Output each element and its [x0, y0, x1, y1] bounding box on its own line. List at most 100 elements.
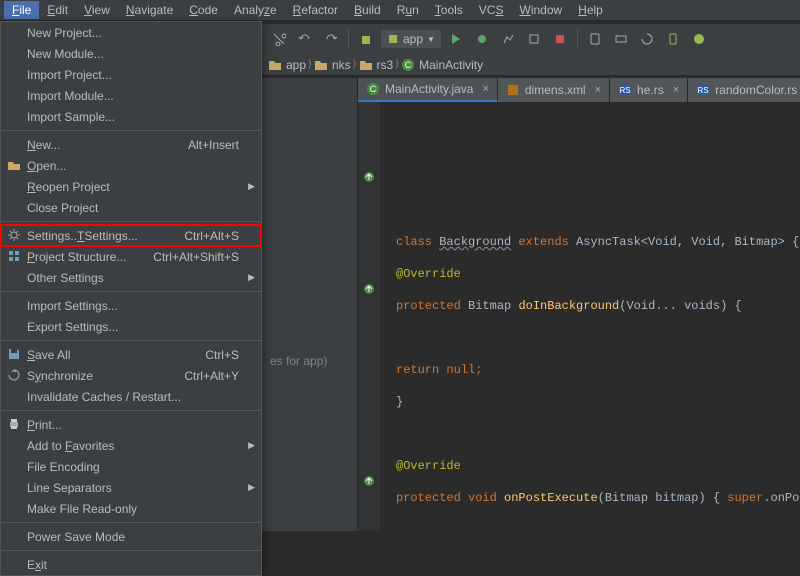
menu-window[interactable]: Window: [511, 1, 570, 19]
menu-navigate[interactable]: Navigate: [118, 1, 181, 19]
menu-run[interactable]: Run: [389, 1, 427, 19]
menu-item-save-all[interactable]: Save AllCtrl+S: [1, 344, 261, 365]
breadcrumb-mainactivity[interactable]: CMainActivity: [401, 58, 483, 72]
close-icon[interactable]: ×: [673, 84, 679, 96]
menu-refactor[interactable]: Refactor: [285, 1, 346, 19]
menu-item-export-settings[interactable]: Export Settings...: [1, 316, 261, 337]
blank-icon: [7, 480, 23, 496]
run-icon[interactable]: [445, 28, 467, 50]
close-icon[interactable]: ×: [482, 83, 488, 95]
menu-item-label: Invalidate Caches / Restart...: [27, 390, 239, 404]
menu-item-synchronize[interactable]: SynchronizeCtrl+Alt+Y: [1, 365, 261, 386]
menu-item-reopen-project[interactable]: Reopen Project▶: [1, 176, 261, 197]
menu-item-label: Import Project...: [27, 68, 239, 82]
menu-item-add-to-favorites[interactable]: Add to Favorites▶: [1, 435, 261, 456]
tab-dimens-xml[interactable]: dimens.xml×: [498, 78, 610, 102]
menubar: FileEditViewNavigateCodeAnalyzeRefactorB…: [0, 0, 800, 21]
breadcrumb-rs3[interactable]: rs3: [359, 58, 394, 72]
android-icon-2[interactable]: [688, 28, 710, 50]
submenu-arrow-icon: ▶: [248, 181, 255, 192]
blank-icon: [7, 459, 23, 475]
menu-item-label: Import Settings...: [27, 299, 239, 313]
menu-separator: [1, 410, 261, 411]
profile-icon[interactable]: [497, 28, 519, 50]
editor-gutter: [358, 102, 380, 531]
menu-item-project-structure[interactable]: Project Structure...Ctrl+Alt+Shift+S: [1, 246, 261, 267]
undo-icon[interactable]: [294, 28, 316, 50]
menu-item-other-settings[interactable]: Other Settings▶: [1, 267, 261, 288]
blank-icon: [7, 46, 23, 62]
blank-icon: [7, 557, 23, 573]
main-toolbar: app ▼: [262, 24, 800, 54]
menu-item-import-project[interactable]: Import Project...: [1, 64, 261, 85]
menu-item-exit[interactable]: Exit: [1, 554, 261, 575]
menu-item-import-module[interactable]: Import Module...: [1, 85, 261, 106]
breadcrumb-separator-icon: ⟩: [395, 59, 399, 70]
override-icon[interactable]: [362, 170, 376, 184]
android-icon[interactable]: [355, 28, 377, 50]
menu-analyze[interactable]: Analyze: [226, 1, 285, 19]
menu-build[interactable]: Build: [346, 1, 389, 19]
run-config-selector[interactable]: app ▼: [381, 30, 441, 48]
menu-item-label: Print...: [27, 418, 239, 432]
attach-icon[interactable]: [523, 28, 545, 50]
menu-separator: [1, 550, 261, 551]
breadcrumb-separator-icon: ⟩: [308, 59, 312, 70]
menu-item-label: Import Sample...: [27, 110, 239, 124]
redo-icon[interactable]: [320, 28, 342, 50]
menu-file[interactable]: File: [4, 1, 39, 19]
menu-item-new-project[interactable]: New Project...: [1, 22, 261, 43]
menu-item-file-encoding[interactable]: File Encoding: [1, 456, 261, 477]
blank-icon: [7, 270, 23, 286]
submenu-arrow-icon: ▶: [248, 440, 255, 451]
svg-text:RS: RS: [619, 86, 630, 95]
menu-item-label: Close Project: [27, 201, 239, 215]
menu-item-import-sample[interactable]: Import Sample...: [1, 106, 261, 127]
menu-item-open[interactable]: Open...: [1, 155, 261, 176]
code-editor[interactable]: class Background extends AsyncTask<Void,…: [358, 102, 800, 531]
tab-mainactivity-java[interactable]: CMainActivity.java×: [358, 78, 498, 102]
menu-item-label: Other Settings: [27, 271, 239, 285]
avd-icon[interactable]: [584, 28, 606, 50]
menu-item-import-settings[interactable]: Import Settings...: [1, 295, 261, 316]
menu-item-line-separators[interactable]: Line Separators▶: [1, 477, 261, 498]
sync-icon[interactable]: [636, 28, 658, 50]
menu-item-close-project[interactable]: Close Project: [1, 197, 261, 218]
tab-he-rs[interactable]: RShe.rs×: [610, 78, 688, 102]
menu-item-power-save-mode[interactable]: Power Save Mode: [1, 526, 261, 547]
menu-edit[interactable]: Edit: [39, 1, 76, 19]
breadcrumb-app[interactable]: app: [268, 58, 306, 72]
breadcrumb-nks[interactable]: nks: [314, 58, 351, 72]
close-icon[interactable]: ×: [595, 84, 601, 96]
editor-tabs: CMainActivity.java×dimens.xml×RShe.rs×RS…: [358, 78, 800, 102]
menu-vcs[interactable]: VCS: [471, 1, 512, 19]
menu-item-settings[interactable]: Settings..TSettings...Ctrl+Alt+S: [1, 225, 261, 246]
menu-item-label: Synchronize: [27, 369, 184, 383]
svg-text:C: C: [405, 60, 412, 70]
print-icon: [7, 417, 23, 433]
device-icon[interactable]: [662, 28, 684, 50]
sdk-icon[interactable]: [610, 28, 632, 50]
blank-icon: [7, 109, 23, 125]
stop-icon[interactable]: [549, 28, 571, 50]
menu-item-new[interactable]: New...Alt+Insert: [1, 134, 261, 155]
file-menu-dropdown: New Project...New Module... Import Projec…: [0, 21, 262, 576]
debug-icon[interactable]: [471, 28, 493, 50]
menu-item-label: Export Settings...: [27, 320, 239, 334]
override-icon[interactable]: [362, 474, 376, 488]
cut-icon[interactable]: [268, 28, 290, 50]
override-icon[interactable]: [362, 282, 376, 296]
menu-item-invalidate-caches-restart[interactable]: Invalidate Caches / Restart...: [1, 386, 261, 407]
tab-randomcolor-rs[interactable]: RSrandomColor.rs×: [688, 78, 800, 102]
menu-separator: [1, 522, 261, 523]
menu-tools[interactable]: Tools: [427, 1, 471, 19]
menu-code[interactable]: Code: [181, 1, 226, 19]
menu-view[interactable]: View: [76, 1, 118, 19]
blank-icon: [7, 319, 23, 335]
menu-item-new-module[interactable]: New Module...: [1, 43, 261, 64]
menu-shortcut: Ctrl+Alt+Shift+S: [153, 250, 239, 264]
menu-item-print[interactable]: Print...: [1, 414, 261, 435]
menu-separator: [1, 340, 261, 341]
menu-item-make-file-read-only[interactable]: Make File Read-only: [1, 498, 261, 519]
menu-help[interactable]: Help: [570, 1, 611, 19]
